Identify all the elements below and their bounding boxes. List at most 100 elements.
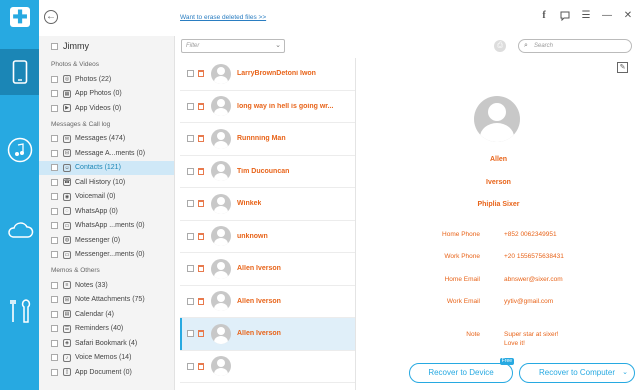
contact-checkbox[interactable] — [187, 135, 194, 143]
music-icon — [7, 137, 32, 163]
sidebar-item-checkbox[interactable] — [51, 281, 58, 289]
sidebar-item-label: Message A...ments (0) — [75, 149, 146, 157]
sidebar-item[interactable]: ▶ App Videos (0) — [39, 101, 174, 116]
sidebar-group-title: Memos & Others — [51, 267, 100, 274]
sidebar-item-checkbox[interactable] — [51, 222, 58, 230]
erase-files-link[interactable]: Want to erase deleted files >> — [180, 14, 266, 21]
sidebar-item[interactable]: ☎ Call History (10) — [39, 175, 174, 190]
messenger-icon: ◍ — [63, 236, 71, 245]
contact-checkbox[interactable] — [187, 102, 194, 110]
sidebar-item[interactable]: ▤ Calendar (4) — [39, 307, 174, 322]
sidebar-item-label: Messenger...ments (0) — [75, 251, 145, 259]
minimize-icon[interactable]: — — [601, 10, 613, 22]
device-checkbox[interactable] — [51, 42, 58, 50]
contact-checkbox[interactable] — [187, 297, 194, 305]
contact-row[interactable]: LarryBrownDetoni Iwon — [180, 58, 355, 91]
contact-checkbox[interactable] — [187, 265, 194, 273]
device-row[interactable]: Jimmy — [39, 36, 174, 56]
sidebar-item[interactable]: ⊞ Note Attachments (75) — [39, 293, 174, 308]
sidebar-item-checkbox[interactable] — [51, 296, 58, 304]
sidebar-item[interactable]: ✉ Messages (474) — [39, 132, 174, 147]
trash-icon — [198, 200, 204, 208]
attachment-icon: ⊟ — [63, 149, 71, 158]
sidebar-item[interactable]: ◍ Messenger (0) — [39, 233, 174, 248]
search-input[interactable]: ⌕ Search — [518, 39, 632, 53]
chat-icon[interactable] — [559, 10, 571, 22]
sidebar-item[interactable]: ▭ Messenger...ments (0) — [39, 248, 174, 263]
filter-dropdown[interactable]: Filter ⌄ — [181, 39, 285, 53]
contact-checkbox[interactable] — [187, 200, 194, 208]
contact-row[interactable]: Allen Iverson — [180, 286, 355, 318]
facebook-icon[interactable]: f — [538, 10, 550, 22]
tools-nav-button[interactable] — [0, 288, 39, 334]
tools-icon — [9, 299, 30, 323]
sidebar-item[interactable]: ▭ WhatsApp ...ments (0) — [39, 219, 174, 234]
sidebar-item-label: Messages (474) — [75, 135, 126, 143]
sidebar-item-checkbox[interactable] — [51, 325, 58, 333]
phone-nav-button[interactable] — [0, 49, 39, 95]
cloud-nav-button[interactable] — [0, 207, 39, 253]
sidebar-item-checkbox[interactable] — [51, 193, 58, 201]
sidebar-item-checkbox[interactable] — [51, 149, 58, 157]
print-icon[interactable]: ⎙ — [494, 40, 506, 52]
contact-row[interactable]: Winkek — [180, 188, 355, 221]
whatsapp-attachment-icon: ▭ — [63, 221, 71, 230]
music-nav-button[interactable] — [0, 127, 39, 173]
recover-to-computer-button[interactable]: Recover to Computer ⌄ — [519, 363, 635, 383]
contact-row[interactable]: Tim Ducouncan — [180, 156, 355, 188]
sidebar-item-checkbox[interactable] — [51, 310, 58, 318]
sidebar-item-checkbox[interactable] — [51, 135, 58, 143]
recover-to-device-button[interactable]: Recover to Device Free — [409, 358, 514, 383]
sidebar-item[interactable]: ◌ WhatsApp (0) — [39, 204, 174, 219]
sidebar-item[interactable]: ☺ Contacts (121) — [39, 160, 174, 175]
edit-icon[interactable]: ✎ — [617, 62, 628, 73]
contact-checkbox[interactable] — [187, 167, 194, 175]
sidebar-item[interactable]: ☰ Reminders (40) — [39, 322, 174, 337]
sidebar-item-checkbox[interactable] — [51, 236, 58, 244]
sidebar-item[interactable]: ≡ Notes (33) — [39, 278, 174, 293]
sidebar-item-checkbox[interactable] — [51, 90, 58, 98]
sidebar-item-checkbox[interactable] — [51, 164, 58, 172]
phone-icon — [12, 60, 27, 84]
menu-icon[interactable]: ☰ — [580, 10, 592, 22]
contact-checkbox[interactable] — [187, 330, 194, 338]
sidebar-item[interactable]: ⊟ Message A...ments (0) — [39, 146, 174, 161]
trash-icon — [198, 297, 204, 305]
sidebar-item-label: WhatsApp (0) — [75, 207, 118, 215]
contact-checkbox[interactable] — [187, 232, 194, 240]
sidebar-item-checkbox[interactable] — [51, 368, 58, 376]
contact-row[interactable]: Allen Iverson — [180, 253, 355, 286]
voice-memo-icon: ♪ — [63, 353, 71, 362]
sidebar-item-label: WhatsApp ...ments (0) — [75, 222, 145, 230]
contact-row[interactable]: long way in hell is going wr... — [180, 91, 355, 123]
arrow-left-icon: ← — [46, 11, 56, 22]
sidebar-item-checkbox[interactable] — [51, 178, 58, 186]
sidebar-item-checkbox[interactable] — [51, 207, 58, 215]
sidebar-item-label: Messenger (0) — [75, 236, 121, 244]
back-button[interactable]: ← — [44, 10, 58, 24]
sidebar-item-checkbox[interactable] — [51, 251, 58, 259]
sidebar-item[interactable]: ♪ Voice Memos (14) — [39, 351, 174, 366]
sidebar-item-checkbox[interactable] — [51, 354, 58, 362]
contact-checkbox[interactable] — [187, 362, 194, 370]
sidebar-item[interactable]: ▦ App Photos (0) — [39, 87, 174, 102]
sidebar-item[interactable]: ◉ Voicemail (0) — [39, 190, 174, 205]
contact-row[interactable] — [180, 351, 355, 383]
sidebar-item-checkbox[interactable] — [51, 104, 58, 112]
sidebar-item[interactable]: ▯ App Document (0) — [39, 365, 174, 380]
contact-avatar — [211, 63, 231, 84]
contact-row[interactable]: Allen Iverson — [180, 318, 355, 351]
contact-avatar — [211, 291, 231, 312]
filter-placeholder: Filter — [186, 43, 200, 49]
recover-to-computer-label: Recover to Computer — [538, 368, 616, 377]
sidebar-item-label: Notes (33) — [75, 281, 108, 289]
contact-checkbox[interactable] — [187, 70, 194, 78]
sidebar-item-label: App Videos (0) — [75, 104, 122, 112]
contact-row[interactable]: Runnning Man — [180, 123, 355, 156]
close-icon[interactable]: ✕ — [622, 10, 634, 22]
sidebar-item-checkbox[interactable] — [51, 339, 58, 347]
sidebar-item-checkbox[interactable] — [51, 75, 58, 83]
sidebar-item[interactable]: ◎ Photos (22) — [39, 72, 174, 87]
sidebar-item[interactable]: ◈ Safari Bookmark (4) — [39, 336, 174, 351]
contact-row[interactable]: unknown — [180, 221, 355, 253]
